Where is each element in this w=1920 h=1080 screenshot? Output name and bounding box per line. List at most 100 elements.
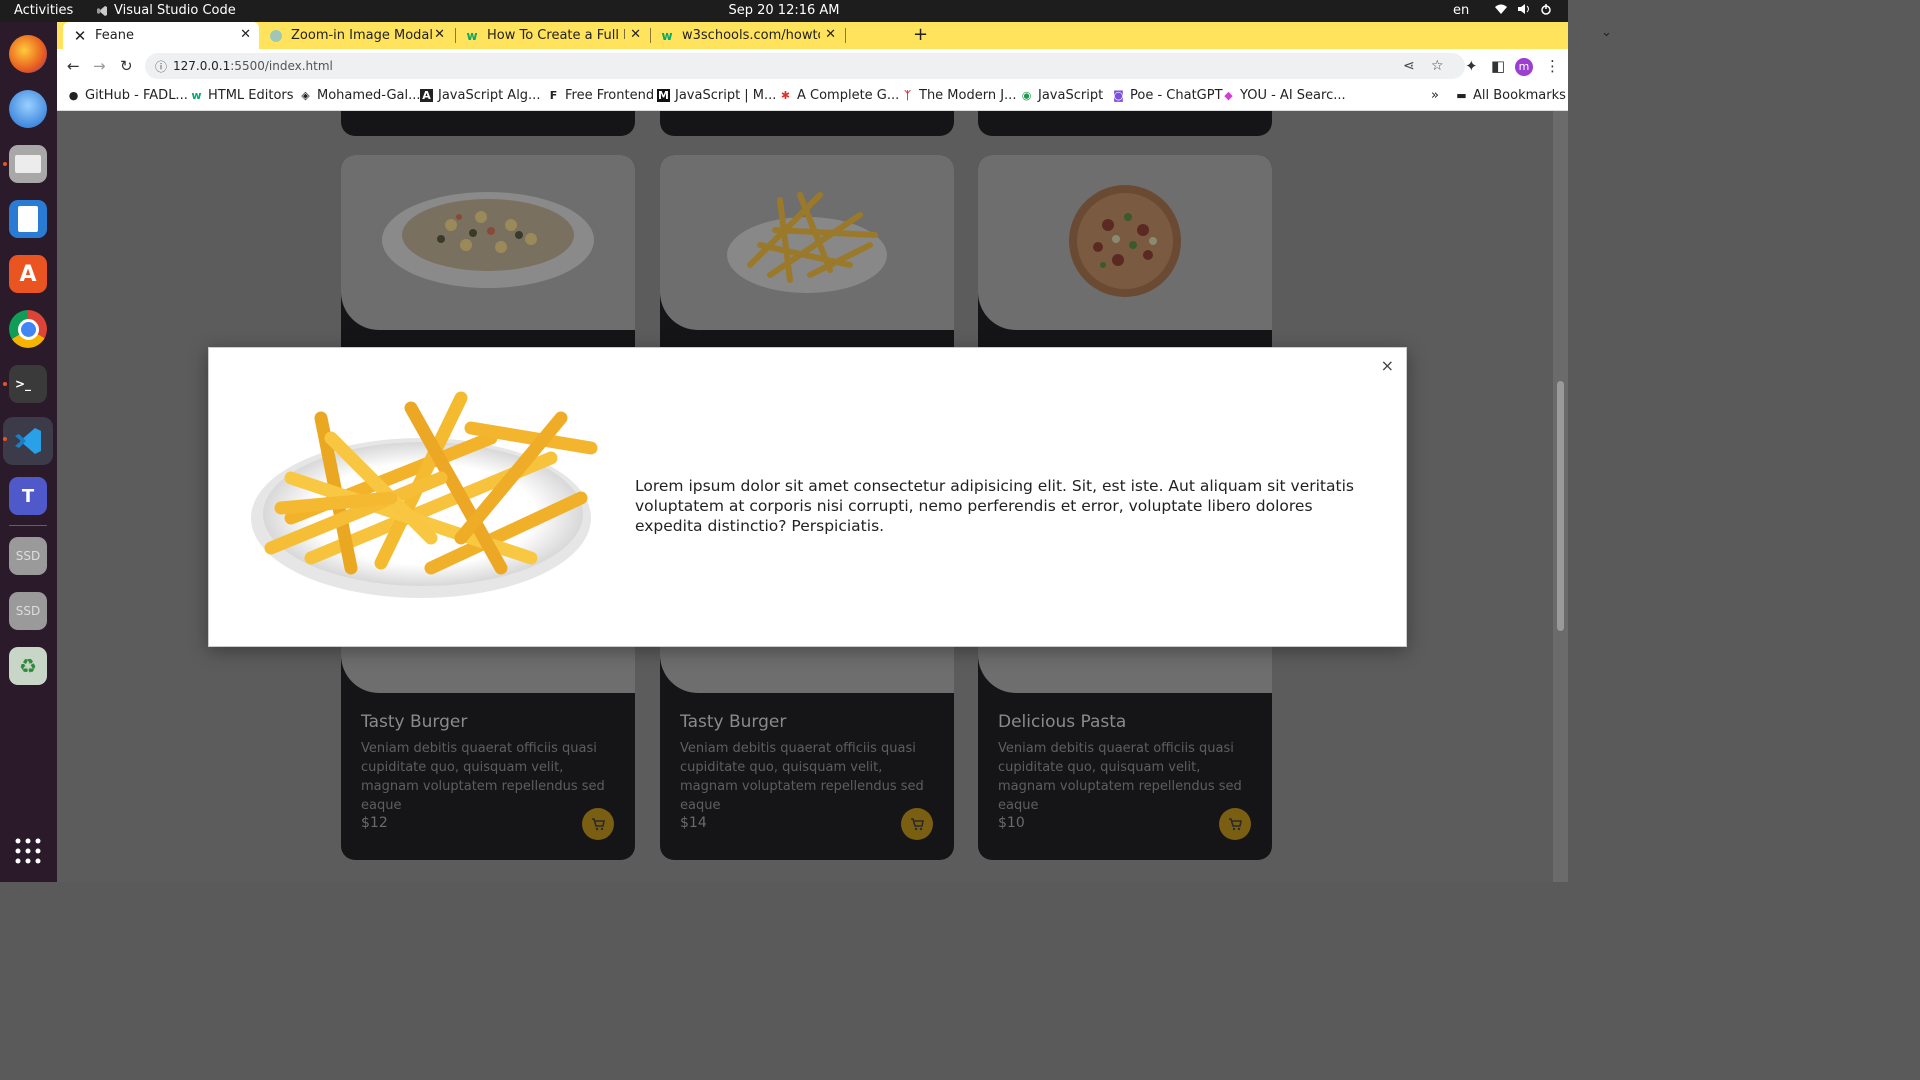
css-tricks-icon: ✱ [780, 89, 791, 102]
github-icon: ● [68, 89, 79, 102]
bookmark-item[interactable]: ✱ A Complete G... [779, 88, 899, 103]
close-tab-icon[interactable]: ✕ [825, 27, 836, 42]
bookmark-label: JavaScript | M... [675, 88, 777, 103]
forward-arrow-icon[interactable]: → [93, 57, 106, 75]
bookmark-item[interactable]: ● GitHub - FADL... [67, 88, 188, 103]
codepen-icon: ◈ [301, 89, 310, 102]
bookmark-label: JavaScript [1038, 88, 1104, 103]
card-title: Delicious Pasta [998, 712, 1127, 732]
card-title: Tasty Burger [680, 712, 787, 732]
freefrontend-icon: F [549, 89, 558, 102]
clock[interactable]: Sep 20 12:16 AM [0, 3, 1568, 18]
tab-title: w3schools.com/howto/t [682, 28, 820, 43]
tab-search-chevron-icon[interactable]: ⌄ [1601, 25, 1612, 40]
add-to-cart-button[interactable] [582, 808, 614, 840]
bookmark-item[interactable]: M JavaScript | M... [657, 88, 776, 103]
w3schools-favicon: w [661, 28, 673, 43]
bookmark-item[interactable]: A JavaScript Alg... [420, 88, 540, 103]
kebab-menu-icon[interactable]: ⋮ [1545, 57, 1560, 75]
bookmarks-bar: ● GitHub - FADL... w HTML Editors ◈ Mohamed… [57, 84, 1568, 111]
firefox-icon[interactable] [9, 35, 47, 73]
thunderbird-icon[interactable] [9, 90, 47, 128]
language-indicator[interactable]: en [1453, 3, 1469, 18]
share-icon[interactable]: ⋖ [1403, 58, 1415, 74]
you-icon: ◆ [1224, 89, 1233, 102]
bookmark-label: Mohamed-Gal... [317, 88, 421, 103]
files-icon[interactable] [9, 145, 47, 183]
apps-grid-icon[interactable] [9, 832, 47, 870]
url-host: 127.0.0.1 [173, 59, 231, 73]
modal-close-icon[interactable]: × [1381, 356, 1394, 375]
trash-icon[interactable]: ♻ [9, 647, 47, 685]
food-card [978, 111, 1272, 136]
reload-icon[interactable]: ↻ [120, 57, 133, 75]
fries-image [727, 192, 887, 293]
card-description: Veniam debitis quaerat officiis quasi cu… [998, 741, 1242, 813]
browser-toolbar: ← → ↻ ⓘ 127.0.0.1:5500/index.html ⋖ ☆ ✦ … [57, 49, 1568, 84]
scrollbar-thumb[interactable] [1557, 381, 1564, 631]
codepen-favicon [269, 29, 283, 43]
app-center-icon[interactable]: A [9, 255, 47, 293]
bookmark-item[interactable]: ◙ Poe - ChatGPT [1112, 88, 1222, 103]
food-card [660, 111, 954, 136]
profile-avatar[interactable]: m [1515, 58, 1533, 76]
chrome-icon[interactable] [9, 310, 47, 348]
card-title: Tasty Burger [361, 712, 468, 732]
feane-favicon: ✕ [73, 26, 87, 45]
bookmark-label: A Complete G... [797, 88, 900, 103]
ssd-drive-icon[interactable]: SSD [9, 537, 47, 575]
teams-icon[interactable]: T [9, 477, 47, 515]
all-bookmarks-folder[interactable]: ▬ All Bookmarks [1455, 88, 1566, 103]
card-image-box [978, 155, 1272, 330]
bookmark-item[interactable]: w HTML Editors [190, 88, 293, 103]
bookmark-item[interactable]: ᛉ The Modern J... [901, 88, 1016, 103]
bookmarks-overflow-icon[interactable]: » [1431, 88, 1439, 103]
extensions-puzzle-icon[interactable]: ✦ [1465, 57, 1478, 75]
volume-icon [1518, 4, 1529, 14]
add-to-cart-button[interactable] [901, 808, 933, 840]
mdn-icon: M [657, 89, 670, 102]
tab-zoom-in-image-modal[interactable]: Zoom-in Image Modal ✕ [259, 22, 453, 49]
bookmark-label: Free Frontend [565, 88, 655, 103]
writer-icon[interactable] [9, 200, 47, 238]
add-to-cart-button[interactable] [1219, 808, 1251, 840]
wifi-icon [1495, 4, 1507, 14]
bookmark-label: YOU - AI Searc... [1240, 88, 1346, 103]
dock-divider [9, 525, 47, 526]
back-arrow-icon[interactable]: ← [67, 57, 80, 75]
cart-icon [911, 818, 924, 831]
grid-dots [15, 838, 41, 864]
page-scrollbar[interactable] [1553, 111, 1568, 882]
site-info-icon[interactable]: ⓘ [155, 58, 167, 75]
address-bar[interactable]: ⓘ 127.0.0.1:5500/index.html ⋖ ☆ [145, 53, 1465, 79]
terminal-icon[interactable]: >_ [9, 365, 47, 403]
document-shape [18, 206, 38, 232]
url-path: :5500/index.html [230, 59, 333, 73]
bookmark-item[interactable]: F Free Frontend [547, 88, 654, 103]
w3schools-icon: w [191, 89, 202, 102]
close-tab-icon[interactable]: ✕ [240, 27, 251, 42]
ubuntu-dock: A >_ T SSD SSD ♻ [0, 22, 57, 882]
close-tab-icon[interactable]: ✕ [630, 27, 641, 42]
tab-full-page-image[interactable]: w How To Create a Full Pag ✕ [455, 22, 649, 49]
side-panel-icon[interactable]: ◧ [1491, 57, 1505, 75]
odin-icon: ◉ [1021, 89, 1032, 102]
card-image-box [341, 155, 635, 330]
close-tab-icon[interactable]: ✕ [434, 27, 445, 42]
card-image-box [660, 155, 954, 330]
running-indicator [3, 382, 7, 386]
vscode-icon[interactable] [3, 417, 53, 465]
system-tray[interactable] [1494, 3, 1552, 15]
tab-feane[interactable]: ✕ Feane ✕ [63, 22, 259, 49]
bookmark-item[interactable]: ◆ YOU - AI Searc... [1222, 88, 1346, 103]
bookmark-label: GitHub - FADL... [85, 88, 188, 103]
tab-title: How To Create a Full Pag [487, 28, 625, 43]
tab-w3schools-howto[interactable]: w w3schools.com/howto/t ✕ [650, 22, 844, 49]
url-text[interactable]: 127.0.0.1:5500/index.html [173, 59, 333, 73]
bookmark-star-icon[interactable]: ☆ [1431, 58, 1444, 74]
ssd-drive-icon[interactable]: SSD [9, 592, 47, 630]
freecodecamp-icon: A [420, 89, 433, 102]
bookmark-item[interactable]: ◉ JavaScript [1020, 88, 1103, 103]
new-tab-icon[interactable]: + [913, 24, 928, 45]
bookmark-item[interactable]: ◈ Mohamed-Gal... [299, 88, 421, 103]
